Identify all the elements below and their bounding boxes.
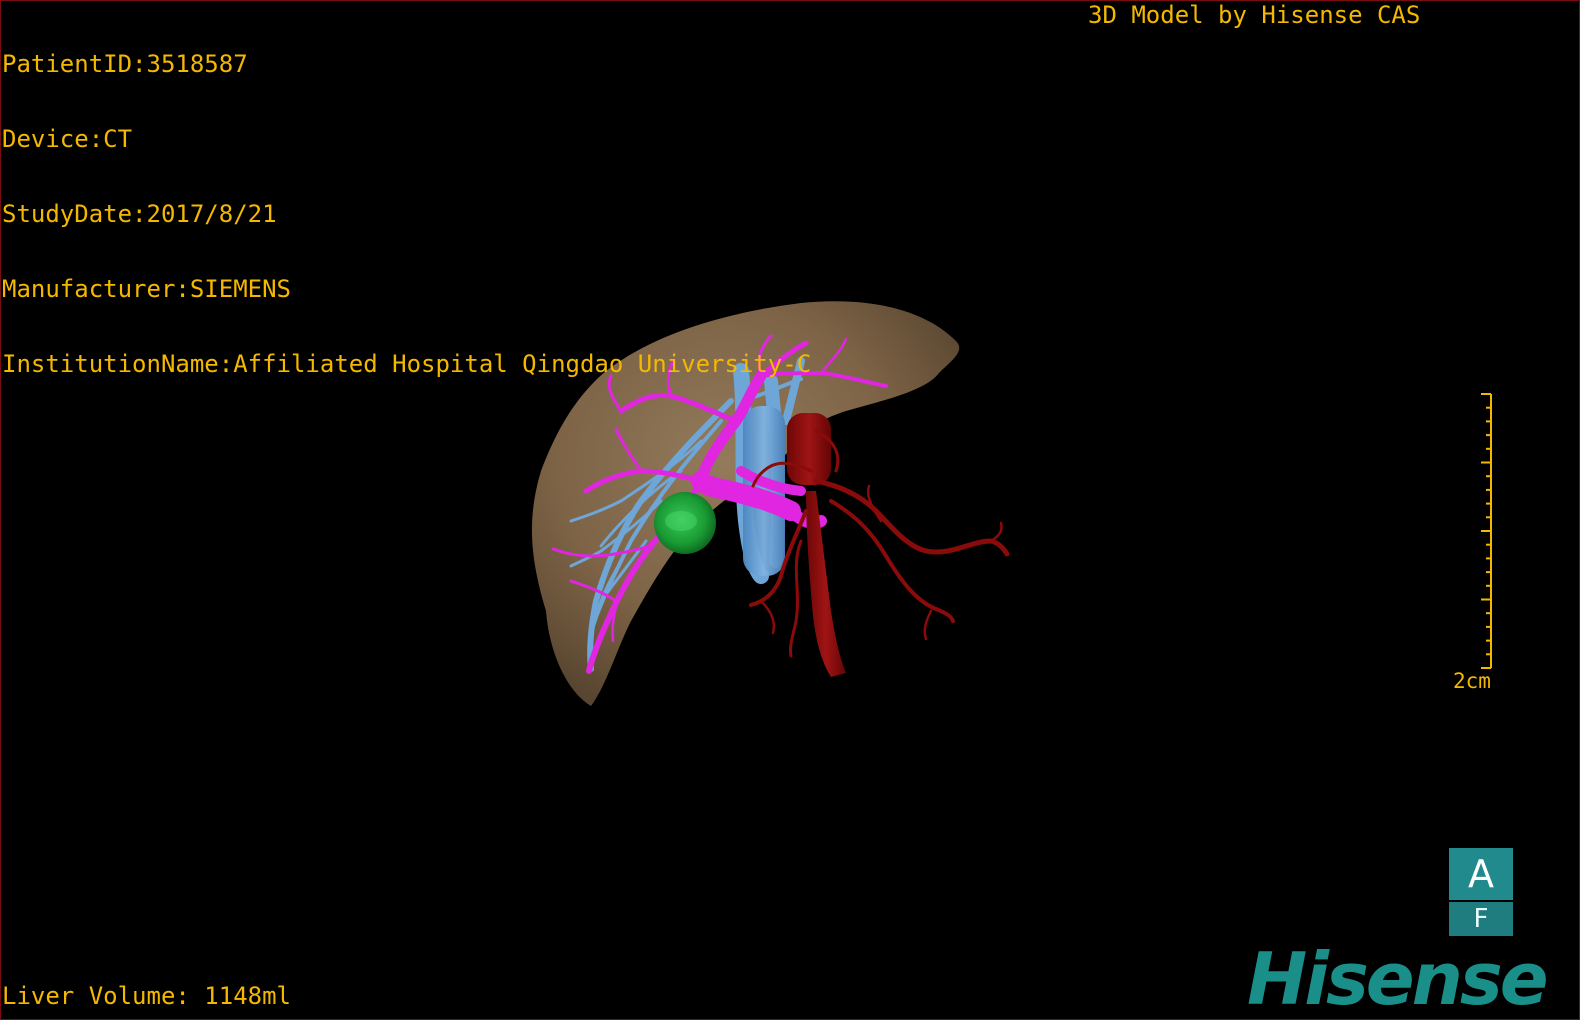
liver-volume-label: Liver Volume: 1148ml [2, 982, 291, 1010]
scale-bar-label: 2cm [1453, 669, 1491, 693]
hepatic-arteries [749, 429, 1010, 658]
scale-bar [1481, 393, 1492, 669]
study-date-label: StudyDate:2017/8/21 [2, 200, 277, 228]
hisense-logo: Hisense [1247, 937, 1549, 1020]
patient-id-label: PatientID:3518587 [2, 50, 248, 78]
orientation-cube[interactable]: A F [1449, 848, 1513, 936]
study-info-overlay: PatientID:3518587 Device:CT StudyDate:20… [2, 2, 811, 427]
orientation-anterior-face[interactable]: A [1449, 848, 1513, 900]
institution-name-label: InstitutionName:Affiliated Hospital Qing… [2, 350, 812, 378]
device-label: Device:CT [2, 125, 133, 153]
manufacturer-label: Manufacturer:SIEMENS [2, 275, 291, 303]
model-credit-label: 3D Model by Hisense CAS [1088, 1, 1421, 29]
render-viewport[interactable]: PatientID:3518587 Device:CT StudyDate:20… [0, 0, 1580, 1020]
lesion-highlight [665, 511, 697, 531]
orientation-foot-face[interactable]: F [1449, 902, 1513, 936]
